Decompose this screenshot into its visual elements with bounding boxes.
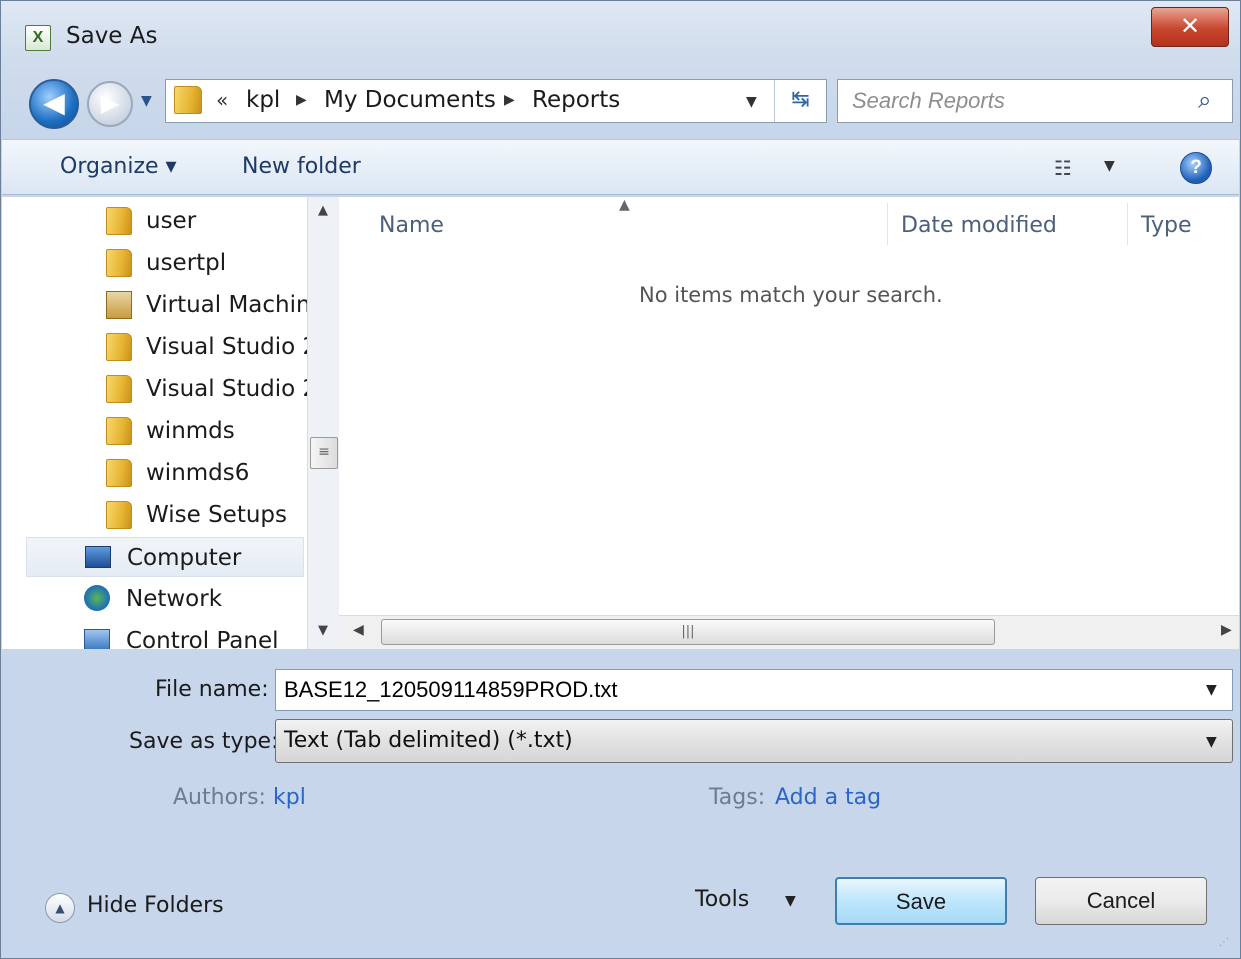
address-bar[interactable]: « kpl ▶ My Documents ▶ Reports ▼ ↹ <box>165 79 827 123</box>
nav-item-visual-studio-2008[interactable]: Visual Studio 2008 <box>102 327 307 367</box>
save-as-type-select[interactable]: Text (Tab delimited) (*.txt) ▼ <box>275 719 1233 763</box>
nav-item-winmds6[interactable]: winmds6 <box>102 453 307 493</box>
nav-item-label: Visual Studio 2010 <box>146 376 307 402</box>
nav-item-label: Visual Studio 2008 <box>146 334 307 360</box>
save-as-type-label: Save as type: <box>129 729 279 754</box>
refresh-icon[interactable]: ↹ <box>774 80 826 122</box>
address-dropdown-icon[interactable]: ▼ <box>746 94 757 110</box>
virtual-machine-folder-icon <box>106 291 132 319</box>
nav-item-label: user <box>146 208 197 234</box>
file-list-horizontal-scrollbar[interactable]: ◀ ||| ▶ <box>339 615 1239 649</box>
column-divider[interactable] <box>887 203 888 245</box>
column-header-name[interactable]: Name <box>379 213 444 238</box>
column-divider[interactable] <box>1127 203 1128 245</box>
nav-item-label: Control Panel <box>126 628 279 649</box>
save-as-type-value: Text (Tab delimited) (*.txt) <box>284 728 573 753</box>
nav-item-winmds[interactable]: winmds <box>102 411 307 451</box>
add-tag-link[interactable]: Add a tag <box>775 785 881 810</box>
nav-item-wise-setups[interactable]: Wise Setups <box>102 495 307 535</box>
nav-item-label: winmds <box>146 418 235 444</box>
folder-icon <box>106 375 132 403</box>
breadcrumb-reports[interactable]: Reports <box>532 87 620 113</box>
navigation-pane: user usertpl Virtual Machines Visual Stu… <box>2 197 307 649</box>
navigation-pane-scrollbar[interactable]: ▲ ≡ ▼ <box>307 197 339 649</box>
scrollbar-thumb[interactable]: ≡ <box>310 437 338 469</box>
scroll-down-icon[interactable]: ▼ <box>318 623 328 638</box>
empty-list-message: No items match your search. <box>639 283 943 307</box>
scrollbar-thumb[interactable]: ||| <box>381 619 995 645</box>
organize-button[interactable]: Organize ▾ <box>60 154 177 179</box>
hide-folders-label: Hide Folders <box>87 893 224 918</box>
title-bar: X Save As ✕ <box>1 1 1240 69</box>
new-folder-button[interactable]: New folder <box>242 154 361 179</box>
sort-ascending-icon: ▲ <box>619 197 630 213</box>
file-list: ▲ Name Date modified Type No items match… <box>339 197 1239 649</box>
window-title: Save As <box>66 23 158 49</box>
nav-item-computer[interactable]: Computer <box>26 537 304 577</box>
save-button[interactable]: Save <box>835 877 1007 925</box>
folder-icon <box>106 207 132 235</box>
nav-item-visual-studio-2010[interactable]: Visual Studio 2010 <box>102 369 307 409</box>
nav-item-label: Virtual Machines <box>146 292 307 318</box>
search-box[interactable]: ⌕ <box>837 79 1233 123</box>
folder-icon <box>106 417 132 445</box>
breadcrumb-overflow-icon[interactable]: « <box>216 88 228 112</box>
file-name-dropdown-icon[interactable]: ▼ <box>1206 682 1217 698</box>
recent-pages-dropdown-icon[interactable]: ▼ <box>141 93 152 109</box>
save-as-dialog: X Save As ✕ ◀ ▶ ▼ « kpl ▶ My Documents ▶… <box>0 0 1241 959</box>
nav-item-label: Wise Setups <box>146 502 287 528</box>
breadcrumb-kpl[interactable]: kpl <box>246 87 280 113</box>
folder-icon <box>106 459 132 487</box>
nav-item-label: Network <box>126 586 223 612</box>
nav-item-user[interactable]: user <box>102 201 307 241</box>
scroll-up-icon[interactable]: ▲ <box>318 203 328 218</box>
nav-item-label: Computer <box>127 545 242 571</box>
search-icon[interactable]: ⌕ <box>1198 86 1211 114</box>
column-header-type[interactable]: Type <box>1141 213 1192 238</box>
folder-icon <box>106 333 132 361</box>
tools-button[interactable]: Tools <box>695 887 749 912</box>
folder-icon <box>106 501 132 529</box>
scroll-right-icon[interactable]: ▶ <box>1221 622 1232 638</box>
column-header-date-modified[interactable]: Date modified <box>901 213 1057 238</box>
authors-value[interactable]: kpl <box>273 785 306 810</box>
excel-app-icon: X <box>25 25 51 51</box>
computer-icon <box>85 546 111 568</box>
file-name-label: File name: <box>155 677 269 702</box>
tags-label: Tags: <box>709 785 766 810</box>
scroll-left-icon[interactable]: ◀ <box>353 622 364 638</box>
close-button[interactable]: ✕ <box>1151 7 1229 47</box>
save-as-type-dropdown-icon[interactable]: ▼ <box>1206 734 1217 750</box>
cancel-button[interactable]: Cancel <box>1035 877 1207 925</box>
view-options-dropdown-icon[interactable]: ▼ <box>1104 158 1115 174</box>
folder-icon <box>174 86 202 114</box>
help-icon[interactable]: ? <box>1180 152 1212 184</box>
forward-button[interactable]: ▶ <box>87 81 133 127</box>
nav-item-usertpl[interactable]: usertpl <box>102 243 307 283</box>
breadcrumb-separator-icon[interactable]: ▶ <box>296 92 307 108</box>
tools-dropdown-icon[interactable]: ▼ <box>785 893 796 909</box>
authors-label: Authors: <box>173 785 266 810</box>
nav-item-control-panel[interactable]: Control Panel <box>26 621 307 649</box>
nav-item-label: usertpl <box>146 250 227 276</box>
network-icon <box>84 585 110 611</box>
back-button[interactable]: ◀ <box>29 79 79 129</box>
control-panel-icon <box>84 629 110 649</box>
nav-item-label: winmds6 <box>146 460 250 486</box>
file-name-combobox[interactable]: ▼ <box>275 669 1233 711</box>
file-name-input[interactable] <box>284 675 1184 705</box>
resize-grip-icon[interactable]: ⋰ <box>1219 937 1229 948</box>
nav-item-network[interactable]: Network <box>26 579 307 619</box>
breadcrumb-my-documents[interactable]: My Documents <box>324 87 496 113</box>
nav-item-virtual-machines[interactable]: Virtual Machines <box>102 285 307 325</box>
folder-icon <box>106 249 132 277</box>
collapse-up-icon: ▲ <box>45 893 75 923</box>
search-input[interactable] <box>852 86 1182 116</box>
breadcrumb-separator-icon[interactable]: ▶ <box>504 92 515 108</box>
command-toolbar: Organize ▾ New folder ☷ ▼ ? <box>2 139 1239 195</box>
change-view-icon[interactable]: ☷ <box>1054 156 1072 180</box>
